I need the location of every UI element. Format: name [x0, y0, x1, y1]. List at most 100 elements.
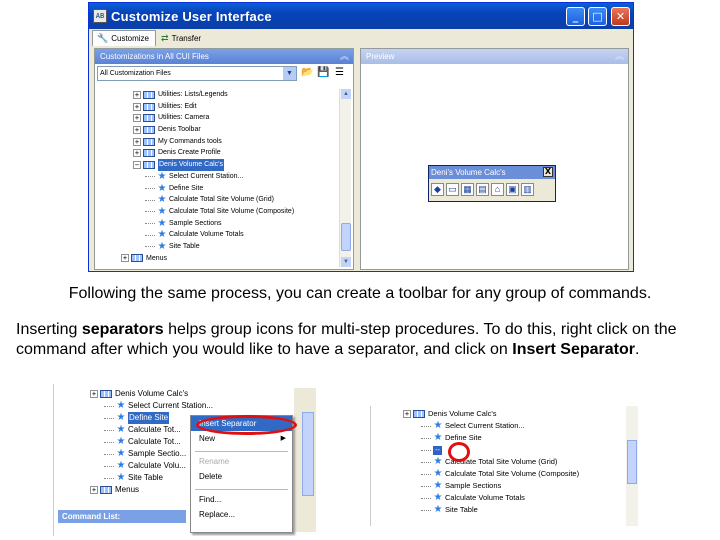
collapse-chevron-icon[interactable]: ︽: [615, 49, 624, 64]
expand-node-icon[interactable]: +: [133, 90, 141, 99]
tree-item-label: Calculate Total Site Volume (Composite): [169, 207, 295, 215]
expand-node-icon[interactable]: +: [133, 102, 141, 111]
expand-node-icon[interactable]: +: [133, 125, 141, 134]
define-site-icon[interactable]: ▭: [446, 183, 459, 196]
list-options-icon[interactable]: ☰: [333, 66, 346, 79]
customize-ui-dialog: AB Customize User Interface _ □ ✕ 🔧 Cust…: [88, 2, 634, 272]
close-button[interactable]: ✕: [611, 7, 630, 26]
tab-transfer[interactable]: ⇄ Transfer: [156, 30, 208, 46]
scroll-thumb[interactable]: [627, 440, 637, 484]
tree-item[interactable]: ★ Calculate Total Site Volume (Composite): [403, 468, 623, 480]
customizations-panel-title: Customizations in All CUI Files: [100, 52, 209, 61]
command-star-icon: ★: [433, 492, 443, 503]
command-star-icon: ★: [116, 460, 126, 471]
preview-panel-header[interactable]: Preview ︽: [361, 49, 628, 64]
tree-item[interactable]: ★ Calculate Total Site Volume (Grid): [403, 456, 623, 468]
command-star-icon: ★: [433, 420, 443, 431]
tree-item[interactable]: ★ Define Site: [99, 183, 337, 195]
left-shot-scrollbar[interactable]: [302, 412, 314, 496]
tree-item[interactable]: + Denis Volume Calc's: [403, 408, 623, 420]
collapse-chevron-icon[interactable]: ︽: [340, 49, 349, 64]
totals-icon[interactable]: ▣: [506, 183, 519, 196]
tree-connector: [145, 222, 155, 224]
separator-highlight-ring: [448, 442, 470, 462]
tree-item[interactable]: --: [403, 444, 623, 456]
floating-toolbar-preview[interactable]: Deni's Volume Calc's X ◆ ▭ ▦ ▤ ⌂ ▣ ▥: [428, 165, 556, 202]
tree-item-label: Denis Create Profile: [158, 149, 221, 157]
tree-item[interactable]: + Utilities: Edit: [99, 101, 337, 113]
tree-item-label: Define Site: [169, 184, 204, 192]
dialog-title: Customize User Interface: [111, 8, 272, 24]
composite-volume-icon[interactable]: ▤: [476, 183, 489, 196]
tree-connector: [104, 429, 114, 431]
title-bar[interactable]: AB Customize User Interface _ □ ✕: [89, 3, 633, 29]
tree-item[interactable]: ★ Select Current Station...: [84, 400, 284, 412]
grid-volume-icon[interactable]: ▦: [461, 183, 474, 196]
tree-item[interactable]: ★ Site Table: [403, 504, 623, 516]
close-icon[interactable]: X: [543, 167, 553, 177]
tree-item-label: Menus: [146, 254, 168, 262]
tree-item-label: Denis Volume Calc's: [115, 389, 189, 398]
menu-item-delete[interactable]: Delete: [191, 469, 292, 484]
tree-item[interactable]: ★ Calculate Volume Totals: [403, 492, 623, 504]
tree-item[interactable]: + Denis Volume Calc's: [84, 388, 284, 400]
tree-item[interactable]: + Utilities: Camera: [99, 112, 337, 124]
menu-item-find[interactable]: Find...: [191, 492, 292, 507]
expand-node-icon[interactable]: +: [133, 149, 141, 158]
cui-file-filter-select[interactable]: All Customization Files ▼: [97, 66, 297, 81]
context-menu-screenshot: + Denis Volume Calc's ★ Select Current Stat…: [53, 384, 319, 536]
scroll-thumb[interactable]: [341, 223, 351, 251]
menu-icon: [131, 254, 143, 263]
command-star-icon: ★: [116, 412, 126, 423]
tree-item[interactable]: + Utilities: Lists/Legends: [99, 89, 337, 101]
save-file-icon[interactable]: 💾: [317, 66, 330, 79]
expand-node-icon[interactable]: +: [403, 410, 411, 418]
transfer-arrows-icon: ⇄: [161, 33, 169, 43]
table-icon[interactable]: ▥: [521, 183, 534, 196]
tree-item[interactable]: ★ Sample Sections: [99, 218, 337, 230]
tree-item-label: Calculate Volume Totals: [445, 493, 525, 502]
tab-customize[interactable]: 🔧 Customize: [92, 30, 157, 46]
command-star-icon: ★: [116, 472, 126, 483]
scroll-down-icon[interactable]: ▼: [341, 257, 351, 267]
tree-item[interactable]: − Denis Volume Calc's: [99, 159, 337, 171]
menu-divider: [195, 484, 288, 490]
tree-item[interactable]: + My Commands tools: [99, 136, 337, 148]
floating-toolbar-titlebar[interactable]: Deni's Volume Calc's X: [429, 166, 555, 179]
maximize-button[interactable]: □: [588, 7, 607, 26]
expand-node-icon[interactable]: +: [121, 254, 129, 263]
expand-node-icon[interactable]: +: [90, 390, 98, 398]
tree-item[interactable]: ★ Define Site: [403, 432, 623, 444]
scroll-up-icon[interactable]: ▲: [341, 89, 351, 99]
load-file-icon[interactable]: 📂: [301, 66, 314, 79]
collapse-node-icon[interactable]: −: [133, 160, 141, 169]
tree-item[interactable]: ★ Select Current Station...: [403, 420, 623, 432]
tree-item[interactable]: + Denis Toolbar: [99, 124, 337, 136]
floating-toolbar-icons: ◆ ▭ ▦ ▤ ⌂ ▣ ▥: [429, 179, 555, 200]
customizations-panel-header[interactable]: Customizations in All CUI Files ︽: [95, 49, 353, 64]
tab-transfer-label: Transfer: [171, 34, 202, 43]
tree-connector: [421, 473, 431, 475]
tree-item[interactable]: ★ Site Table: [99, 241, 337, 253]
tree-item[interactable]: ★ Select Current Station...: [99, 171, 337, 183]
station-icon[interactable]: ◆: [431, 183, 444, 196]
tree-item[interactable]: + Denis Create Profile: [99, 147, 337, 159]
floating-toolbar-title: Deni's Volume Calc's: [431, 168, 506, 177]
menu-item-replace[interactable]: Replace...: [191, 507, 292, 522]
tree-item[interactable]: ★ Sample Sections: [403, 480, 623, 492]
tree-item[interactable]: ★ Calculate Volume Totals: [99, 229, 337, 241]
expand-node-icon[interactable]: +: [90, 486, 98, 494]
tree-item[interactable]: ★ Calculate Total Site Volume (Grid): [99, 194, 337, 206]
chevron-down-icon[interactable]: ▼: [283, 67, 296, 80]
expand-node-icon[interactable]: +: [133, 137, 141, 146]
tree-item-label: Calculate Total Site Volume (Grid): [169, 196, 274, 204]
tree-scrollbar[interactable]: ▲ ▼: [339, 89, 351, 267]
tree-item[interactable]: ★ Calculate Total Site Volume (Composite): [99, 206, 337, 218]
sections-icon[interactable]: ⌂: [491, 183, 504, 196]
right-shot-scrollbar[interactable]: [626, 406, 638, 526]
tree-connector: [104, 441, 114, 443]
tree-item[interactable]: + Menus: [99, 253, 337, 265]
expand-node-icon[interactable]: +: [133, 114, 141, 123]
minimize-button[interactable]: _: [566, 7, 585, 26]
tree-connector: [145, 211, 155, 213]
